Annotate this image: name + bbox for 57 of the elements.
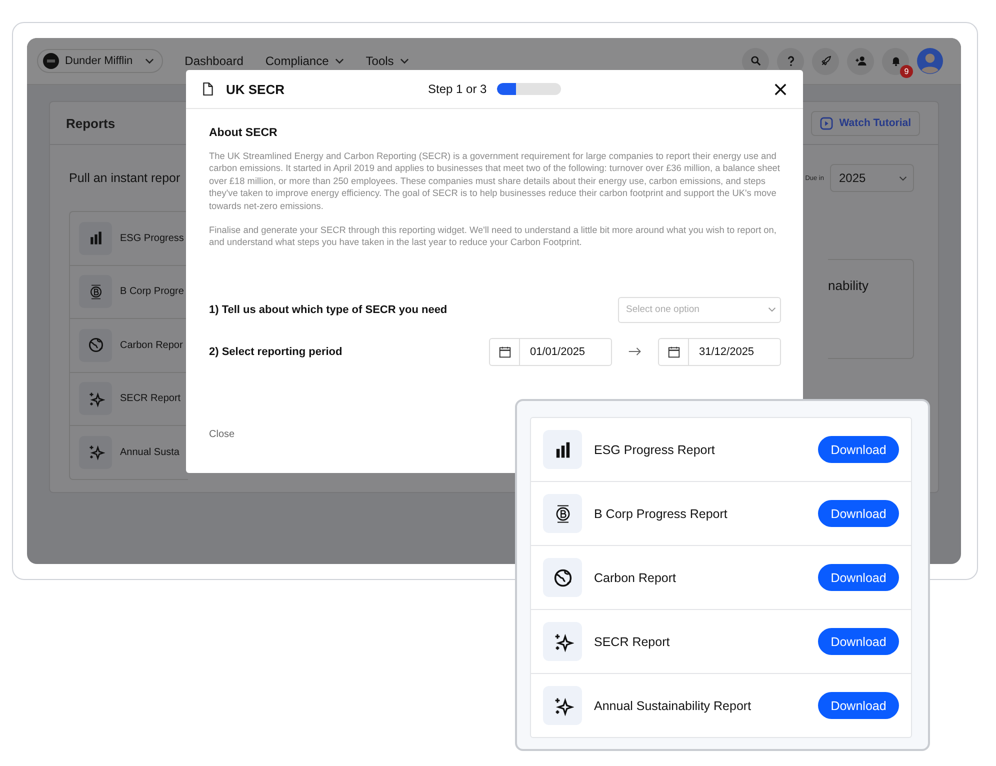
download-button[interactable]: Download (818, 436, 899, 463)
step-indicator: Step 1 or 3 (428, 82, 487, 96)
download-button[interactable]: Download (818, 500, 899, 527)
download-button[interactable]: Download (818, 628, 899, 655)
section-heading: About SECR (209, 127, 278, 139)
download-button[interactable]: Download (818, 564, 899, 591)
sparkle-icon (86, 390, 104, 408)
report-name: ESG Progress (120, 232, 184, 244)
end-date-field[interactable]: 31/12/2025 (658, 338, 781, 366)
organization-switcher[interactable]: Dunder Mifflin (37, 49, 163, 73)
chevron-down-icon (144, 58, 154, 64)
company-logo-icon (43, 53, 59, 69)
globe-icon (552, 566, 574, 588)
watch-tutorial-button[interactable]: Watch Tutorial (811, 110, 920, 136)
report-name: B Corp Progre (120, 286, 184, 298)
globe-icon (86, 336, 104, 354)
year-select[interactable]: 2025 (830, 164, 914, 192)
notification-badge: 9 (900, 64, 913, 78)
download-button[interactable]: Download (818, 692, 899, 719)
calendar-icon (498, 346, 510, 358)
report-name: Carbon Repor (120, 340, 183, 351)
add-user-icon (854, 55, 866, 67)
document-icon (202, 82, 214, 96)
report-name: SECR Report (594, 634, 671, 648)
description-paragraph: Finalise and generate your SECR through this reporting widget. We'll need to understand a little bit more around what you wish to report on, and understand what steps you have taken in the last year to reduce your Carbon Footprint. (209, 224, 778, 249)
report-name: Annual Susta (120, 446, 180, 458)
close-icon[interactable] (774, 82, 787, 96)
report-name: Annual Sustainability Report (594, 698, 752, 712)
chevron-down-icon (400, 58, 409, 64)
report-name: B Corp Progress Report (594, 506, 728, 520)
chevron-down-icon (768, 307, 776, 312)
nav-link[interactable]: Compliance (265, 54, 344, 68)
rocket-button[interactable] (812, 48, 839, 74)
close-link[interactable]: Close (209, 428, 235, 440)
sparkle-icon (86, 443, 104, 462)
rocket-icon (820, 55, 832, 67)
nav-link[interactable]: Tools (366, 54, 409, 68)
panel-prompt: Pull an instant repor (69, 171, 180, 185)
add-user-button[interactable] (847, 48, 874, 74)
report-name: Carbon Report (594, 570, 677, 584)
panel-title: Reports (66, 116, 116, 130)
nav-link[interactable]: Dashboard (184, 54, 244, 68)
question-label: 2) Select reporting period (209, 346, 342, 358)
start-date-field[interactable]: 01/01/2025 (489, 338, 612, 366)
bell-icon (890, 55, 902, 67)
calendar-icon (668, 346, 680, 358)
report-name: ESG Progress Report (594, 442, 716, 456)
chevron-down-icon (334, 58, 344, 64)
play-icon (820, 116, 834, 130)
arrow-right-icon (628, 347, 642, 356)
description-paragraph: The UK Streamlined Energy and Carbon Reporting (SECR) is a government requirement for large companies to report their energy use and carbon emissions. It started in April 2019 and applies to businesses that meet two of the following: turnover over £36 million, a balance sheet over £18 million, or more than 250 employees. These companies must share details about their energy use, carbon emissions, and steps they've taken to improve energy efficiency. The goal of SECR is to help businesses reduce their carbon footprint and support the UK's move towards net-zero emissions. (209, 150, 781, 212)
chevron-down-icon (899, 176, 907, 180)
report-name: SECR Report (120, 393, 181, 404)
side-card-title: nability (828, 278, 868, 293)
search-icon (750, 55, 762, 67)
modal-title: UK SECR (226, 82, 285, 96)
question-label: 1) Tell us about which type of SECR you need (209, 304, 448, 316)
